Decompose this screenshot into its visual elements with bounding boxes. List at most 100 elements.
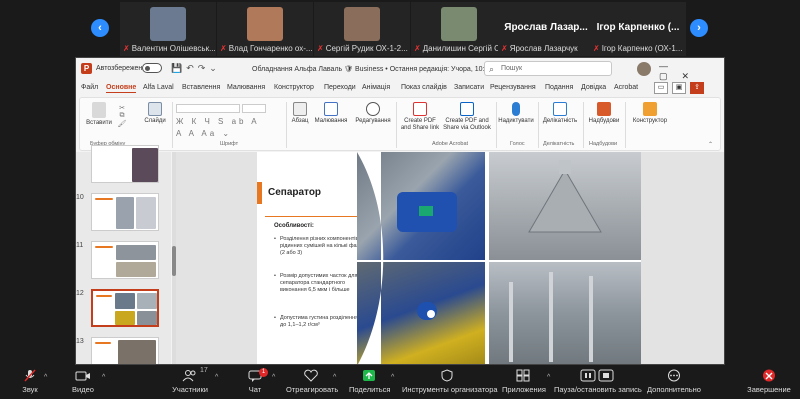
participant-name: Влад Гончаренко ох-...	[228, 44, 313, 53]
zoom-control-bar: Звук ^ Видео ^ Участники 17 ^ Чат 1 ^ От…	[0, 365, 800, 399]
tab-record[interactable]: Записати	[454, 84, 484, 91]
tab-help[interactable]: Довідка	[581, 84, 606, 91]
slide-thumbnail[interactable]: 11	[76, 240, 171, 282]
host-tools-button[interactable]: Инструменты организатора	[402, 369, 498, 394]
participant-tile[interactable]: Ігор Карпенко (... ✗ Ігор Карпенко (ОХ-1.…	[590, 2, 686, 56]
tab-acrobat[interactable]: Acrobat	[614, 84, 638, 91]
participant-tile[interactable]: ✗ Данилишин Сергій ОХ-...	[411, 2, 507, 56]
participant-tile[interactable]: Ярослав Лазар... ✗ Ярослав Лазарчук	[498, 2, 594, 56]
participant-tile[interactable]: ✗ Влад Гончаренко ох-...	[217, 2, 313, 56]
slide-thumbnail[interactable]	[76, 144, 171, 186]
account-avatar[interactable]	[637, 62, 651, 76]
mic-muted-icon: ✗	[414, 44, 421, 53]
tab-alfa-laval[interactable]: Alfa Laval	[143, 84, 174, 91]
video-options-caret[interactable]: ^	[102, 374, 105, 381]
font-family-select[interactable]	[176, 104, 240, 113]
apps-options-caret[interactable]: ^	[547, 374, 550, 381]
tab-file[interactable]: Файл	[81, 84, 98, 91]
addins-icon	[597, 102, 611, 116]
sensitivity-icon	[553, 102, 567, 116]
font-format-buttons[interactable]: Ж К Ч S ab A	[176, 117, 286, 126]
addins-button[interactable]: Надбудови	[586, 102, 622, 124]
tab-insert[interactable]: Вставлення	[182, 84, 220, 91]
tab-animations[interactable]: Анімація	[362, 84, 390, 91]
powerpoint-window: P Автозбереження 💾↶↷⌄ Обладнання Альфа Л…	[75, 57, 725, 365]
tab-review[interactable]: Рецензування	[490, 84, 536, 91]
slide-thumbnail[interactable]: 10	[76, 192, 171, 234]
participant-display-name: Ігор Карпенко (...	[596, 22, 680, 33]
designer-icon	[643, 102, 657, 116]
collapse-ribbon-icon[interactable]: ⌃	[708, 141, 713, 148]
tab-design[interactable]: Конструктор	[274, 84, 314, 91]
next-participants-icon[interactable]: ›	[690, 19, 708, 37]
participant-video	[247, 7, 283, 41]
slide-thumbnail-selected[interactable]: 12	[76, 288, 171, 330]
tab-view[interactable]: Подання	[545, 84, 573, 91]
sensitivity-button[interactable]: Делікатність	[540, 102, 580, 124]
pdf-icon	[413, 102, 427, 116]
react-button[interactable]: Отреагировать	[286, 369, 338, 394]
tab-home[interactable]: Основне	[106, 84, 137, 93]
participant-tile[interactable]: ✗ Сергій Рудик ОХ-1-2...	[314, 2, 410, 56]
participant-video	[344, 7, 380, 41]
record-icon	[580, 369, 614, 382]
comments-icon[interactable]: ▭	[654, 82, 668, 94]
font-color-buttons[interactable]: A A Aa ⌄	[176, 129, 286, 138]
end-meeting-button[interactable]: Завершение	[746, 369, 792, 394]
slide-thumbnails-pane: 10 11 12 13	[76, 145, 171, 364]
group-label-adobe: Adobe Acrobat	[432, 141, 469, 147]
autosave-toggle[interactable]	[142, 63, 162, 73]
participants-options-caret[interactable]: ^	[215, 374, 218, 381]
group-label-font: Шрифт	[220, 141, 239, 147]
participant-display-name: Ярослав Лазар...	[504, 22, 588, 33]
prev-participants-icon[interactable]: ‹	[91, 19, 109, 37]
share-screen-button[interactable]: Поделиться	[349, 369, 390, 394]
participant-name: Валентин Олішевськ...	[131, 44, 216, 53]
tab-draw[interactable]: Малювання	[227, 84, 265, 91]
document-title[interactable]: Обладнання Альфа Лаваль 🛡 Business • Ост…	[252, 65, 500, 73]
find-icon	[366, 102, 380, 116]
recording-controls[interactable]: Пауза/остановить запись	[554, 369, 642, 394]
end-call-icon	[763, 369, 775, 382]
search-input[interactable]: ⌕ Пошук	[484, 61, 612, 76]
cut-copy-icons[interactable]: ✂ ⧉ 🖌	[116, 104, 128, 128]
more-button[interactable]: Дополнительно	[646, 369, 702, 394]
group-label-sensitivity: Делікатність	[543, 141, 575, 147]
slides-button[interactable]: Слайди	[142, 102, 168, 124]
audio-button[interactable]: Звук	[18, 369, 42, 394]
tab-transitions[interactable]: Переходи	[324, 84, 356, 91]
share-options-caret[interactable]: ^	[391, 374, 394, 381]
share-button[interactable]: ⇪	[690, 82, 704, 94]
video-button[interactable]: Видео	[68, 369, 98, 394]
mic-muted-icon: ✗	[123, 44, 130, 53]
dictate-button[interactable]: Надиктувати	[498, 102, 534, 124]
slide-thumbnail[interactable]: 13	[76, 336, 171, 364]
create-pdf-link-button[interactable]: Create PDF and Share link	[400, 102, 440, 132]
designer-button[interactable]: Конструктор	[628, 102, 672, 124]
participant-tile[interactable]: ✗ Валентин Олішевськ...	[120, 2, 216, 56]
audio-options-caret[interactable]: ^	[44, 374, 47, 381]
window-controls[interactable]: —▢✕	[659, 61, 724, 82]
drawing-button[interactable]: Малювання	[314, 102, 348, 124]
participant-video	[150, 7, 186, 41]
paragraph-button[interactable]: Абзац	[288, 102, 312, 124]
participant-name: Ігор Карпенко (ОХ-1...	[601, 44, 683, 53]
shapes-icon	[324, 102, 338, 116]
microphone-muted-icon	[24, 369, 36, 382]
quick-access-toolbar[interactable]: 💾↶↷⌄	[171, 63, 221, 74]
present-icon[interactable]: ▣	[672, 82, 686, 94]
chat-options-caret[interactable]: ^	[272, 374, 275, 381]
font-size-select[interactable]	[242, 104, 266, 113]
mic-muted-icon: ✗	[501, 44, 508, 53]
search-placeholder: Пошук	[501, 65, 523, 72]
ribbon: Вставити ✂ ⧉ 🖌 Слайди Буфер обміну Ж К Ч S…	[79, 97, 721, 151]
react-options-caret[interactable]: ^	[333, 374, 336, 381]
chat-badge: 1	[259, 368, 268, 377]
apps-button[interactable]: Приложения	[502, 369, 546, 394]
paste-button[interactable]: Вставити	[86, 102, 112, 126]
create-pdf-outlook-button[interactable]: Create PDF and Share via Outlook	[442, 102, 492, 132]
current-slide[interactable]: Сепаратор Особливості: Розділення різних…	[257, 152, 641, 364]
title-bar: P Автозбереження 💾↶↷⌄ Обладнання Альфа Л…	[76, 58, 724, 82]
tab-slideshow[interactable]: Показ слайдів	[401, 84, 447, 91]
editing-button[interactable]: Редагування	[354, 102, 392, 124]
